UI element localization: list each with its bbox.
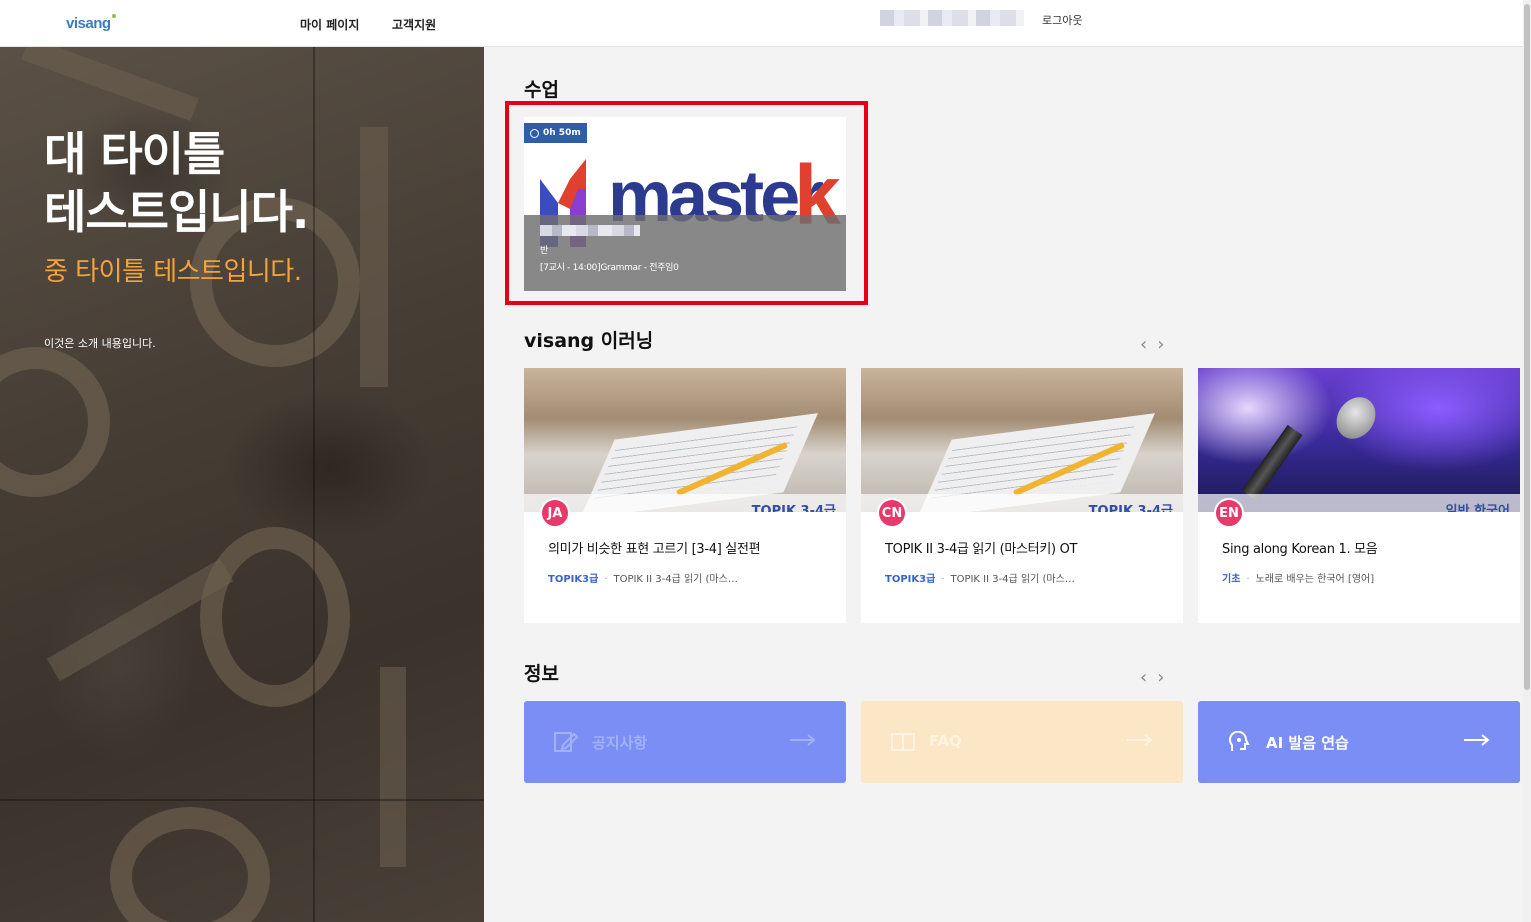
class-name-blurred [540,225,640,236]
ai-voice-icon [1229,731,1250,751]
language-badge: CN [877,498,907,528]
hero-subtitle: 중 타이틀 테스트입니다. [44,257,302,287]
class-section-title: 수업 [524,79,559,101]
nav-my-page[interactable]: 마이 페이지 [300,16,359,33]
class-info-text: [7교시 - 14:00]Grammar - 전주임0 [540,263,679,273]
user-name-blurred [880,10,1024,26]
ai-pronunciation-card[interactable]: AI 발음 연습 [1198,701,1520,783]
elearning-section-title: visang 이러닝 [524,330,654,352]
hero-letter-bar [380,667,406,867]
chevron-left-icon[interactable]: ‹ [1140,334,1157,355]
ai-pronunciation-label: AI 발음 연습 [1266,734,1349,752]
course-meta: TOPIK3급 · TOPIK II 3-4급 읽기 (마스… [548,570,738,585]
course-card[interactable]: TOPIK 3-4급 CN TOPIK II 3-4급 읽기 (마스터키) OT… [861,368,1183,623]
course-title: 의미가 비슷한 표현 고르기 [3-4] 실전편 [548,542,761,557]
chevron-right-icon[interactable]: › [1157,334,1174,355]
hero-letter-bar [360,127,388,387]
course-thumbnail: TOPIK 3-4급 [524,368,846,512]
chevron-left-icon[interactable]: ‹ [1140,667,1157,688]
course-subtitle: TOPIK II 3-4급 읽기 (마스… [950,574,1075,585]
meta-separator: · [1246,574,1250,585]
scrollbar-thumb[interactable] [1524,4,1530,690]
course-card[interactable]: 일반 한국어 EN Sing along Korean 1. 모음 기초 · 노래로… [1198,368,1520,623]
thumb-tag: 일반 한국어 [1445,504,1510,512]
hero-letter-shape [0,347,110,497]
arrow-right-icon [1464,734,1490,746]
nav-customer-support[interactable]: 고객지원 [392,16,436,33]
clock-icon [530,128,539,138]
language-badge: JA [540,498,570,528]
class-card[interactable]: master k 0h 50m 반 [7교시 - 14:00]Grammar -… [524,117,846,291]
class-ban-label: 반 [540,246,549,256]
faq-card[interactable]: FAQ [861,701,1183,783]
course-subtitle: 노래로 배우는 한국어 [영어] [1255,574,1375,585]
faq-book-icon [891,733,915,751]
visang-logo[interactable]: visang [66,14,116,32]
hero-title-line: 대 타이틀 [44,127,225,181]
meta-separator: · [941,574,945,585]
hero-title-line: 테스트입니다. [44,185,309,239]
course-level: 기초 [1222,574,1241,585]
hero-letter-shape [110,807,270,922]
hero-letter-shape [200,527,350,707]
info-section-title: 정보 [524,663,559,685]
course-level: TOPIK3급 [885,574,936,585]
microphone-icon [1328,389,1384,447]
meta-separator: · [604,574,608,585]
course-title: Sing along Korean 1. 모음 [1222,542,1378,557]
logout-link[interactable]: 로그아웃 [1042,12,1082,28]
thumb-mic-body [1241,424,1303,501]
hero-intro: 이것은 소개 내용입니다. [44,337,156,350]
course-title: TOPIK II 3-4급 읽기 (마스터키) OT [885,542,1078,557]
duration-text: 0h 50m [543,128,581,138]
info-carousel-nav: ‹› [1140,667,1174,688]
hero-title: 대 타이틀 테스트입니다. [44,125,309,241]
course-subtitle: TOPIK II 3-4급 읽기 (마스… [613,574,738,585]
duration-badge: 0h 50m [524,123,587,143]
course-level: TOPIK3급 [548,574,599,585]
arrow-right-icon [1127,734,1153,746]
hero-divider [0,799,484,801]
course-thumbnail: TOPIK 3-4급 [861,368,1183,512]
hero-divider [313,47,315,922]
elearning-carousel-nav: ‹› [1140,334,1174,355]
notice-card[interactable]: 공지사항 [524,701,846,783]
course-thumbnail: 일반 한국어 [1198,368,1520,512]
course-meta: TOPIK3급 · TOPIK II 3-4급 읽기 (마스… [885,570,1075,585]
thumb-tag: TOPIK 3-4급 [1088,504,1173,512]
faq-label: FAQ [929,732,962,750]
class-info-overlay: 반 [7교시 - 14:00]Grammar - 전주임0 [524,215,846,291]
hero-banner: 대 타이틀 테스트입니다. 중 타이틀 테스트입니다. 이것은 소개 내용입니다… [0,47,484,922]
course-card[interactable]: TOPIK 3-4급 JA 의미가 비슷한 표현 고르기 [3-4] 실전편 T… [524,368,846,623]
page-scrollbar[interactable] [1523,0,1531,922]
language-badge: EN [1214,498,1244,528]
course-meta: 기초 · 노래로 배우는 한국어 [영어] [1222,570,1374,585]
top-header: visang 마이 페이지 고객지원 로그아웃 [0,0,1523,47]
notice-label: 공지사항 [592,734,648,752]
thumb-tag: TOPIK 3-4급 [751,504,836,512]
notice-edit-icon [554,732,578,752]
arrow-right-icon [790,734,816,746]
hero-letter-bar [21,47,199,122]
chevron-right-icon[interactable]: › [1157,667,1174,688]
